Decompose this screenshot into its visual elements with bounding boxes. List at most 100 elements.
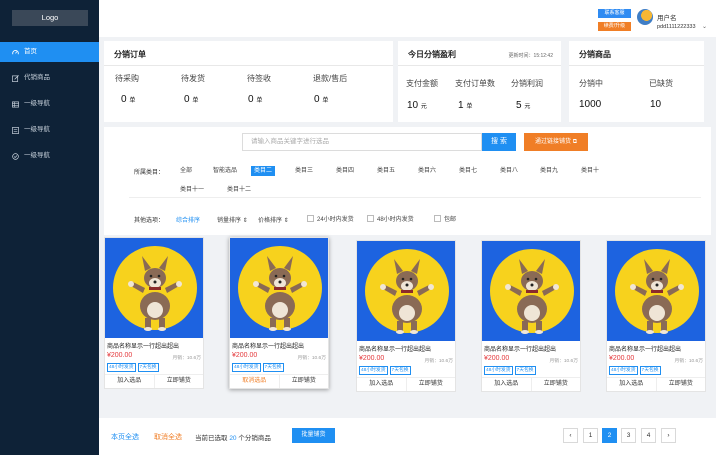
cancel-select-button[interactable]: 取消选品: [230, 375, 279, 388]
main-content: 分销订单 待采购 0 单 待发货 0 单 待签收 0 单 退款/售后 0 单 今…: [99, 37, 716, 455]
sort-composite[interactable]: 综合排序: [176, 215, 200, 224]
category-6[interactable]: 类目六: [415, 166, 439, 176]
product-sales: 月销：10.6万: [172, 356, 201, 361]
profit-card: 今日分销盈利 更新时间：15:12:42 支付金额 10 元 支付订单数 1 单…: [398, 41, 561, 122]
stat-value[interactable]: 0 单: [184, 94, 198, 105]
stat-label: 退款/售后: [313, 74, 348, 83]
add-select-button[interactable]: 加入选品: [482, 378, 531, 391]
tag-48h-shipping: 48小时发货: [484, 366, 513, 375]
products-summary-card: 分销商品 分销中 1000 已缺货 10: [569, 41, 704, 122]
checkbox-24h-shipping[interactable]: 24小时内发货: [307, 214, 354, 223]
page-1[interactable]: 1: [583, 428, 598, 443]
product-card[interactable]: 商品名称显示一行超出超出 ¥200.00 月销：10.6万 48小时发货 7天包…: [104, 237, 204, 389]
contact-support-button[interactable]: 联系客服: [598, 9, 631, 18]
edit-icon: [12, 74, 19, 82]
product-card[interactable]: 商品名称显示一行超出超出 ¥200.00 月销：10.6万 48小时发货 7天包…: [356, 240, 456, 392]
link-distribute-button[interactable]: 通过链接铺货 ⧉: [524, 133, 588, 151]
category-2[interactable]: 类目二: [251, 166, 276, 176]
list-icon: [12, 126, 19, 134]
stat-label: 支付金额: [406, 79, 438, 88]
sidebar: Logo 首页 代销商品 一级导航 一级导航 一级导航: [0, 0, 99, 455]
avatar[interactable]: [637, 9, 653, 25]
update-time: 更新时间：15:12:42: [508, 53, 553, 59]
sidebar-item-nav-1[interactable]: 一级导航: [0, 94, 99, 114]
product-image[interactable]: [482, 241, 580, 341]
check-circle-icon: [12, 152, 19, 160]
product-title[interactable]: 商品名称显示一行超出超出: [482, 341, 580, 353]
category-10[interactable]: 类目十: [578, 166, 602, 176]
category-4[interactable]: 类目四: [333, 166, 357, 176]
stat-value[interactable]: 0 单: [248, 94, 262, 105]
product-card[interactable]: 商品名称显示一行超出超出 ¥200.00 月销：10.6万 48小时发货 7天包…: [229, 237, 329, 389]
table-icon: [12, 101, 19, 108]
batch-distribute-button[interactable]: 批量铺货: [292, 428, 335, 443]
product-image[interactable]: [105, 238, 203, 338]
page-4[interactable]: 4: [641, 428, 656, 443]
search-button[interactable]: 搜 索: [482, 133, 516, 151]
category-9[interactable]: 类目九: [537, 166, 561, 176]
stat-value[interactable]: 0 单: [314, 94, 328, 105]
renew-upgrade-button[interactable]: 续费/升级: [598, 22, 631, 31]
product-card[interactable]: 商品名称显示一行超出超出 ¥200.00 月销：10.6万 48小时发货 7天包…: [481, 240, 581, 392]
stat-value[interactable]: 0 单: [121, 94, 135, 105]
category-11[interactable]: 类目十一: [177, 185, 207, 195]
sort-price[interactable]: 价格排序 ⇕: [258, 215, 289, 224]
product-card[interactable]: 商品名称显示一行超出超出 ¥200.00 月销：10.6万 48小时发货 7天包…: [606, 240, 706, 392]
checkbox[interactable]: [307, 215, 314, 222]
category-label: 所属类目：: [134, 170, 165, 176]
divider: [104, 65, 393, 66]
page-3[interactable]: 3: [621, 428, 636, 443]
sidebar-item-nav-2[interactable]: 一级导航: [0, 120, 99, 140]
dashboard-icon: [12, 49, 19, 56]
sort-sales[interactable]: 销量排序 ⇕: [217, 215, 248, 224]
distribute-now-button[interactable]: 立即铺货: [405, 378, 456, 391]
category-5[interactable]: 类目五: [374, 166, 398, 176]
distribute-now-button[interactable]: 立即铺货: [655, 378, 706, 391]
user-id[interactable]: pdd1111222333: [657, 24, 696, 30]
product-image[interactable]: [357, 241, 455, 341]
category-12[interactable]: 类目十二: [224, 185, 254, 195]
checkbox-free-shipping[interactable]: 包邮: [434, 214, 456, 223]
product-title[interactable]: 商品名称显示一行超出超出: [230, 338, 328, 350]
product-image[interactable]: [607, 241, 705, 341]
distribute-now-button[interactable]: 立即铺货: [530, 378, 581, 391]
product-title[interactable]: 商品名称显示一行超出超出: [105, 338, 203, 350]
select-page-link[interactable]: 本页全选: [111, 432, 139, 442]
checkbox-48h-shipping[interactable]: 48小时内发货: [367, 214, 414, 223]
divider: [129, 197, 701, 198]
category-all[interactable]: 全部: [177, 166, 195, 176]
category-8[interactable]: 类目八: [497, 166, 521, 176]
bulk-action-footer: 本页全选 取消全选 当前已选取 20 个分销商品 批量铺货 ‹ 1 2 3 4 …: [99, 418, 716, 455]
product-title[interactable]: 商品名称显示一行超出超出: [607, 341, 705, 353]
category-smart[interactable]: 智能选品: [210, 166, 240, 176]
product-image[interactable]: [230, 238, 328, 338]
product-title[interactable]: 商品名称显示一行超出超出: [357, 341, 455, 353]
add-select-button[interactable]: 加入选品: [607, 378, 656, 391]
add-select-button[interactable]: 加入选品: [105, 375, 154, 388]
chevron-down-icon[interactable]: ⌄: [702, 23, 707, 30]
category-3[interactable]: 类目三: [292, 166, 316, 176]
distribute-now-button[interactable]: 立即铺货: [153, 375, 204, 388]
page-2[interactable]: 2: [602, 428, 617, 443]
sidebar-item-nav-3[interactable]: 一级导航: [0, 146, 99, 166]
product-sales: 月销：10.6万: [674, 359, 703, 364]
checkbox[interactable]: [434, 215, 441, 222]
stat-value[interactable]: 10: [650, 99, 661, 110]
add-select-button[interactable]: 加入选品: [357, 378, 406, 391]
orders-card: 分销订单 待采购 0 单 待发货 0 单 待签收 0 单 退款/售后 0 单: [104, 41, 393, 122]
tag-48h-shipping: 48小时发货: [232, 363, 261, 372]
next-page-button[interactable]: ›: [661, 428, 676, 443]
cancel-all-link[interactable]: 取消全选: [154, 432, 182, 442]
sidebar-item-consign-products[interactable]: 代销商品: [0, 68, 99, 88]
prev-page-button[interactable]: ‹: [563, 428, 578, 443]
sidebar-item-home[interactable]: 首页: [0, 42, 99, 62]
stat-label: 待发货: [181, 74, 205, 83]
category-7[interactable]: 类目七: [456, 166, 480, 176]
search-input[interactable]: 请输入商品关键字进行选品: [242, 133, 482, 151]
stat-value[interactable]: 1000: [579, 99, 601, 110]
distribute-now-button[interactable]: 立即铺货: [278, 375, 329, 388]
stat-label: 支付订单数: [455, 79, 495, 88]
top-header: 联系客服 续费/升级 用户名 pdd1111222333 ⌄: [99, 0, 716, 37]
sidebar-item-label: 一级导航: [24, 100, 50, 107]
checkbox[interactable]: [367, 215, 374, 222]
